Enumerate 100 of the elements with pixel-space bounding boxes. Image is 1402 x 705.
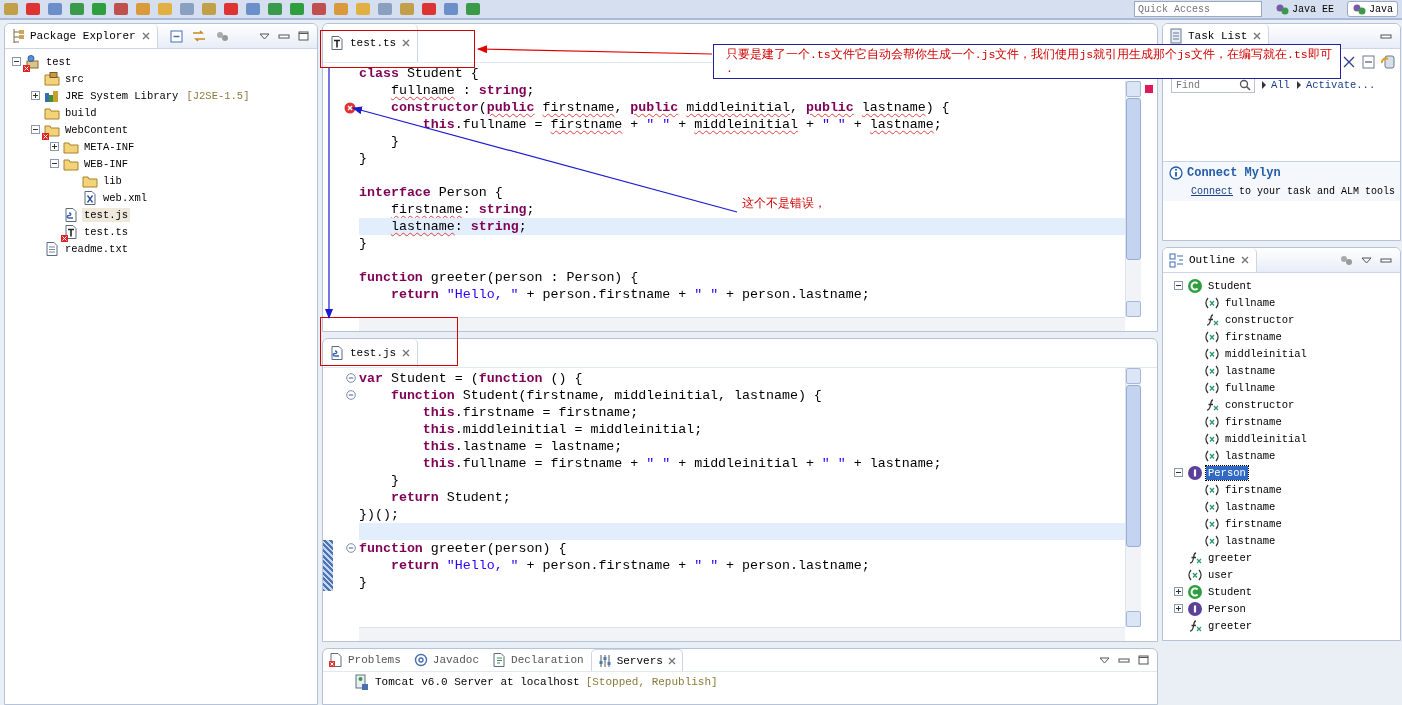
tree-item[interactable]: firstname [1223, 482, 1284, 497]
view-menu-icon[interactable] [259, 32, 270, 40]
toolbar-icon[interactable] [444, 3, 458, 15]
tree-item[interactable]: Student [1206, 278, 1255, 293]
tree-item[interactable]: web.xml [101, 190, 150, 205]
collapse-icon[interactable] [31, 125, 40, 134]
tree-item[interactable]: test [44, 54, 74, 69]
panel-tab[interactable]: Problems [323, 649, 406, 672]
tree-item[interactable]: test.ts [82, 224, 131, 239]
tree-item[interactable]: lastname [1223, 533, 1278, 548]
filter-link[interactable]: Activate... [1305, 79, 1376, 91]
minimize-icon[interactable] [1118, 656, 1130, 665]
tree-item[interactable]: lastname [1223, 363, 1278, 378]
link-arrows-icon[interactable] [190, 29, 207, 43]
minimize-icon[interactable] [1380, 256, 1392, 264]
tree-item[interactable]: lastname [1223, 448, 1278, 463]
tree-item[interactable]: greeter [1206, 618, 1255, 633]
horizontal-scrollbar[interactable] [359, 627, 1125, 642]
tree-item[interactable]: WebContent [63, 122, 130, 137]
fold-icon[interactable] [346, 543, 356, 554]
tree-item[interactable]: middleinitial [1223, 346, 1309, 361]
horizontal-scrollbar[interactable] [359, 316, 1125, 331]
sync-icon[interactable] [1381, 54, 1396, 70]
minimize-icon[interactable] [278, 32, 290, 40]
tree-item[interactable]: firstname [1223, 329, 1284, 344]
toolbar-icon[interactable] [378, 3, 392, 15]
minimize-icon[interactable] [1380, 32, 1392, 40]
view-menu-icon[interactable] [1361, 256, 1372, 264]
close-icon[interactable] [401, 38, 412, 48]
toolbar-icon[interactable] [114, 3, 128, 15]
tree-item[interactable]: META-INF [82, 139, 137, 154]
tree-item[interactable]: readme.txt [63, 241, 130, 256]
tree-item[interactable]: Student [1206, 584, 1255, 599]
toolbar-icon[interactable] [312, 3, 326, 15]
panel-tab[interactable]: Servers [590, 649, 683, 672]
collapse-all-icon[interactable] [169, 29, 183, 43]
tree-item[interactable]: firstname [1223, 414, 1284, 429]
panel-tab[interactable]: Declaration [486, 649, 589, 672]
toolbar-icon[interactable] [48, 3, 62, 15]
tree-item[interactable]: JRE System Library [63, 88, 181, 103]
vertical-scrollbar[interactable] [1125, 367, 1141, 628]
tree-item[interactable]: middleinitial [1223, 431, 1309, 446]
expand-icon[interactable] [50, 142, 59, 151]
expand-icon[interactable] [1174, 604, 1183, 613]
maximize-icon[interactable] [1138, 655, 1149, 666]
tree-item[interactable]: firstname [1223, 516, 1284, 531]
toolbar-icon[interactable] [466, 3, 480, 15]
toolbar-icon[interactable] [422, 3, 436, 15]
toolbar-icon[interactable] [180, 3, 194, 15]
collapse-icon[interactable] [1174, 468, 1183, 477]
tree-item[interactable]: lastname [1223, 499, 1278, 514]
toolbar-icon[interactable] [26, 3, 40, 15]
tree-item[interactable]: src [63, 71, 86, 86]
server-name[interactable]: Tomcat v6.0 Server at localhost [375, 676, 580, 689]
tree-item[interactable]: user [1206, 567, 1236, 582]
collapse-icon[interactable] [50, 159, 59, 168]
tree-item[interactable]: fullname [1223, 295, 1278, 310]
editor-tab[interactable]: test.js [323, 338, 419, 367]
close-icon[interactable] [1240, 255, 1251, 265]
tree-item[interactable]: Person [1206, 465, 1248, 480]
toolbar-icon[interactable] [92, 3, 106, 15]
close-icon[interactable] [666, 655, 677, 666]
toolbar-icon[interactable] [224, 3, 238, 15]
close-icon[interactable] [140, 31, 151, 41]
tree-item[interactable]: Person [1206, 601, 1248, 616]
vertical-scrollbar[interactable] [1125, 81, 1141, 317]
view-tab[interactable]: Package Explorer [5, 24, 158, 48]
fold-icon[interactable] [346, 390, 356, 401]
cross-icon[interactable] [1342, 55, 1356, 69]
view-menu-icon[interactable] [1099, 656, 1110, 665]
expand-icon[interactable] [1174, 587, 1183, 596]
quick-access-field[interactable]: Quick Access [1133, 1, 1262, 17]
tree-item[interactable]: constructor [1223, 312, 1297, 327]
tree-item[interactable]: WEB-INF [82, 156, 131, 171]
expand-icon[interactable] [31, 91, 40, 100]
focus-icon[interactable] [214, 29, 229, 43]
tree-item[interactable]: build [63, 105, 99, 120]
fold-icon[interactable] [346, 373, 356, 384]
close-icon[interactable] [401, 347, 412, 358]
tree-item[interactable]: lib [101, 173, 124, 188]
connect-link[interactable]: Connect [1191, 186, 1233, 197]
collapse-icon[interactable] [12, 57, 21, 66]
error-overview-marker[interactable] [1145, 85, 1153, 93]
perspective-button[interactable]: Java [1347, 1, 1398, 17]
tree-item[interactable]: constructor [1223, 397, 1297, 412]
tree-item[interactable]: greeter [1206, 550, 1255, 565]
panel-tab[interactable]: Javadoc [407, 649, 485, 672]
editor-tab[interactable]: test.ts [323, 24, 419, 62]
tree-item[interactable]: fullname [1223, 380, 1278, 395]
toolbar-icon[interactable] [268, 3, 282, 15]
toolbar-icon[interactable] [246, 3, 260, 15]
tree-item[interactable]: test.js [82, 207, 131, 222]
focus-icon[interactable] [1339, 253, 1353, 267]
close-icon[interactable] [1252, 31, 1263, 41]
filter-link[interactable]: All [1271, 79, 1290, 91]
toolbar-icon[interactable] [290, 3, 304, 15]
view-tab[interactable]: Outline [1163, 248, 1258, 272]
toolbar-icon[interactable] [70, 3, 84, 15]
collapse-icon[interactable] [1174, 281, 1183, 290]
maximize-icon[interactable] [298, 31, 309, 41]
